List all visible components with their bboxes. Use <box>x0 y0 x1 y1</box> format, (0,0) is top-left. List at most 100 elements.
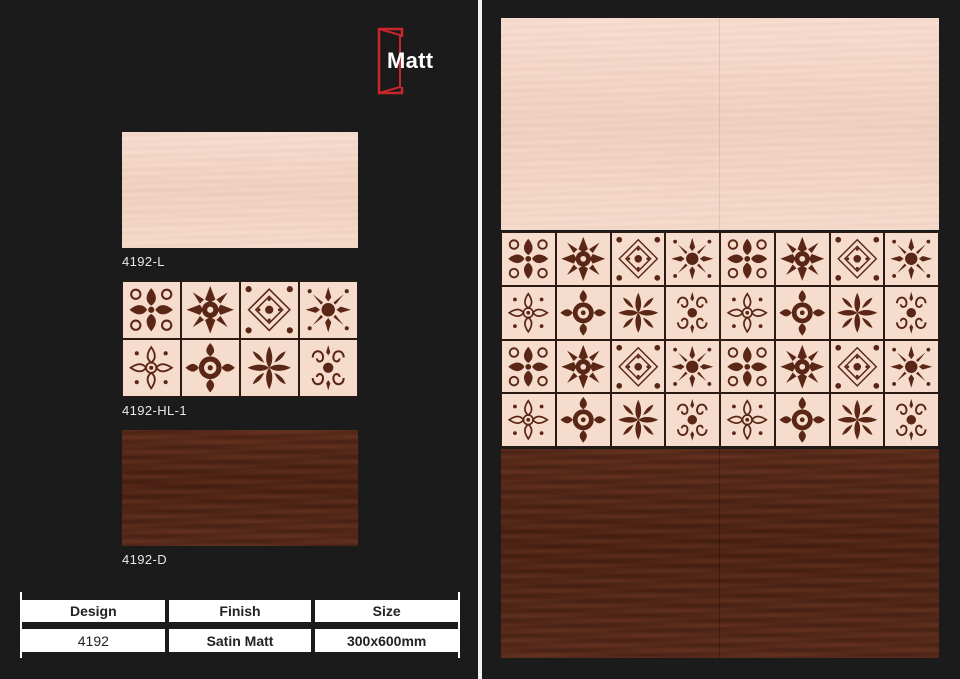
damask-motif-icon <box>617 292 658 333</box>
swatch-light-tile <box>122 132 358 248</box>
damask-motif-icon <box>615 236 660 281</box>
tile-seam <box>719 449 720 658</box>
value-size: 300x600mm <box>315 629 459 652</box>
wall-light-section <box>501 18 939 230</box>
damask-motif-icon <box>834 344 879 389</box>
panel-divider <box>478 0 482 679</box>
damask-motif-icon <box>617 400 658 441</box>
damask-motif-tile <box>611 340 665 393</box>
damask-motif-tile <box>666 286 719 339</box>
damask-motif-icon <box>247 346 292 390</box>
damask-motif-tile <box>830 286 884 339</box>
damask-motif-tile <box>556 286 610 339</box>
damask-motif-icon <box>836 292 877 333</box>
swatch-label-highlighter: 4192-HL-1 <box>122 403 188 418</box>
damask-motif-tile <box>241 282 298 338</box>
damask-motif-icon <box>305 287 352 333</box>
damask-motif-tile <box>775 394 829 446</box>
header-size: Size <box>315 600 459 622</box>
damask-motif-tile <box>666 340 719 393</box>
damask-motif-icon <box>507 292 549 334</box>
damask-motif-icon <box>186 286 235 334</box>
damask-motif-icon <box>671 345 714 388</box>
damask-motif-tile <box>241 340 298 396</box>
damask-motif-icon <box>560 289 606 336</box>
value-finish: Satin Matt <box>168 629 312 652</box>
damask-motif-icon <box>779 397 825 443</box>
damask-motif-icon <box>508 346 549 387</box>
damask-motif-tile <box>775 340 829 393</box>
damask-motif-icon <box>245 286 294 334</box>
damask-motif-tile <box>721 394 774 446</box>
wall-highlighter-section <box>501 232 939 447</box>
damask-motif-tile <box>666 233 719 285</box>
damask-motif-icon <box>312 345 345 391</box>
damask-motif-tile <box>666 394 719 446</box>
damask-motif-tile <box>885 394 938 446</box>
spec-table: Design Finish Size 4192 Satin Matt 300x6… <box>20 592 460 658</box>
damask-motif-icon <box>508 238 549 279</box>
damask-motif-tile <box>830 233 884 285</box>
damask-motif-tile <box>721 286 774 339</box>
damask-motif-icon <box>677 399 708 442</box>
damask-motif-icon <box>890 237 933 280</box>
damask-motif-tile <box>556 340 610 393</box>
damask-motif-icon <box>129 288 174 332</box>
brand-logo: Matt <box>376 27 446 95</box>
damask-motif-tile <box>885 340 938 393</box>
header-finish: Finish <box>168 600 312 622</box>
damask-motif-tile <box>502 340 555 393</box>
damask-motif-tile <box>556 233 610 285</box>
damask-motif-icon <box>780 344 825 389</box>
damask-motif-icon <box>615 344 660 389</box>
damask-motif-icon <box>896 399 927 442</box>
damask-motif-icon <box>834 236 879 281</box>
damask-motif-tile <box>830 394 884 446</box>
damask-motif-icon <box>561 236 606 281</box>
damask-motif-icon <box>727 346 768 387</box>
damask-motif-tile <box>502 286 555 339</box>
swatch-label-dark: 4192-D <box>122 552 168 567</box>
damask-motif-icon <box>677 291 708 334</box>
damask-motif-tile <box>123 340 180 396</box>
damask-motif-icon <box>507 399 549 441</box>
table-value-row: 4192 Satin Matt 300x600mm <box>22 629 459 652</box>
value-design: 4192 <box>22 629 165 652</box>
damask-motif-tile <box>885 233 938 285</box>
damask-motif-icon <box>726 399 768 441</box>
damask-motif-tile <box>611 394 665 446</box>
damask-motif-icon <box>671 237 714 280</box>
damask-motif-icon <box>779 289 825 336</box>
damask-motif-tile <box>611 286 665 339</box>
logo-text: Matt <box>387 48 434 73</box>
damask-motif-icon <box>836 400 877 441</box>
damask-motif-tile <box>611 233 665 285</box>
damask-motif-icon <box>726 292 768 334</box>
swatch-label-light: 4192-L <box>122 254 165 269</box>
damask-motif-tile <box>721 340 774 393</box>
damask-motif-tile <box>775 233 829 285</box>
damask-motif-icon <box>560 397 606 443</box>
damask-motif-icon <box>780 236 825 281</box>
damask-motif-tile <box>182 282 239 338</box>
damask-motif-icon <box>561 344 606 389</box>
tile-seam <box>719 18 720 230</box>
damask-motif-tile <box>721 233 774 285</box>
damask-motif-tile <box>300 340 357 396</box>
damask-motif-tile <box>830 340 884 393</box>
damask-motif-tile <box>775 286 829 339</box>
damask-motif-tile <box>300 282 357 338</box>
damask-motif-tile <box>502 233 555 285</box>
damask-motif-icon <box>727 238 768 279</box>
damask-motif-icon <box>185 343 236 393</box>
damask-motif-icon <box>129 345 174 391</box>
wall-dark-section <box>501 449 939 658</box>
header-design: Design <box>22 600 165 622</box>
table-header-row: Design Finish Size <box>22 600 459 622</box>
damask-motif-tile <box>182 340 239 396</box>
damask-motif-icon <box>896 291 927 334</box>
damask-motif-tile <box>502 394 555 446</box>
damask-motif-tile <box>885 286 938 339</box>
damask-motif-tile <box>123 282 180 338</box>
swatch-highlighter-tile <box>122 281 358 397</box>
